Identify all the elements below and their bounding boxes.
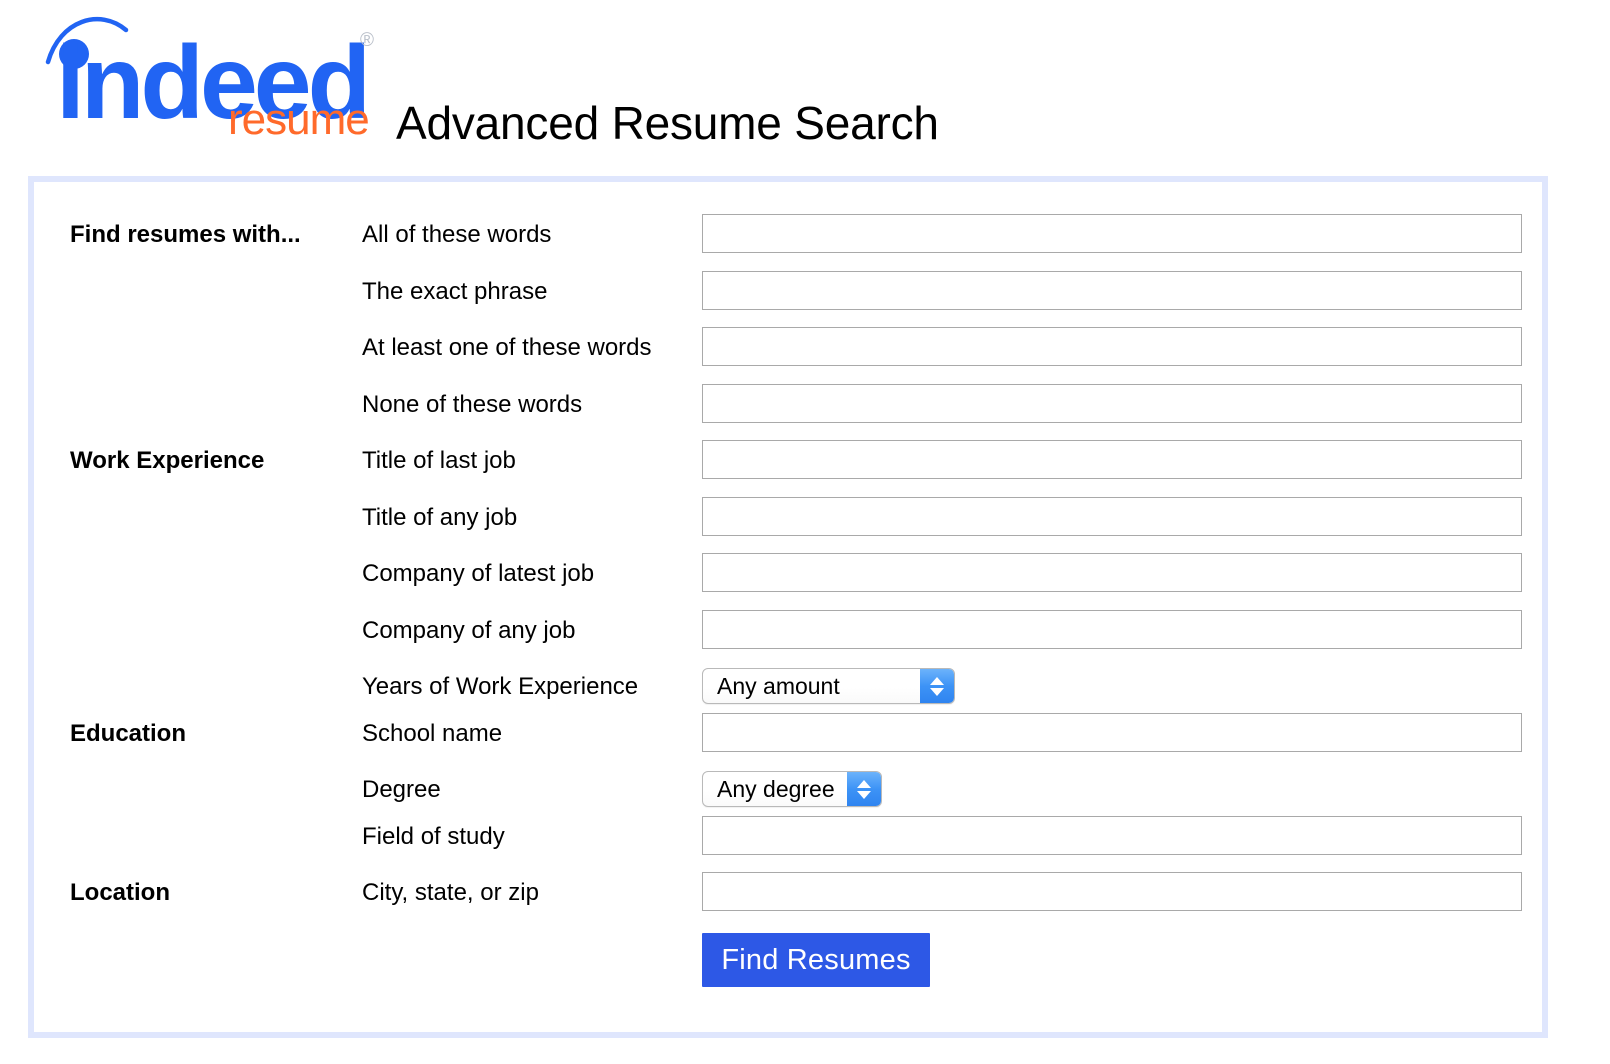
- field-label: All of these words: [362, 221, 552, 248]
- text-input[interactable]: [702, 440, 1522, 479]
- field-label: Title of any job: [362, 504, 518, 531]
- text-input[interactable]: [702, 271, 1522, 310]
- field-label: None of these words: [362, 391, 583, 418]
- chevron-down-icon: [930, 687, 944, 696]
- form-row: Company of latest job: [34, 553, 1542, 603]
- svg-text:resume: resume: [228, 95, 369, 136]
- text-input[interactable]: [702, 713, 1522, 752]
- form-row: The exact phrase: [34, 271, 1542, 321]
- field-label: Company of any job: [362, 617, 576, 644]
- chevron-updown-icon[interactable]: [920, 669, 954, 703]
- field-label: Field of study: [362, 823, 505, 850]
- form-row: Work Experience Title of last job: [34, 440, 1542, 490]
- section-heading: Find resumes with...: [70, 221, 301, 248]
- form-row: Company of any job: [34, 610, 1542, 660]
- form-row: None of these words: [34, 384, 1542, 434]
- text-input[interactable]: [702, 327, 1522, 366]
- page-title: Advanced Resume Search: [396, 97, 939, 149]
- field-label: School name: [362, 720, 503, 747]
- field-label: Title of last job: [362, 447, 516, 474]
- select-value: Any amount: [717, 672, 840, 699]
- field-label: At least one of these words: [362, 334, 652, 361]
- form-row: Find resumes with... All of these words: [34, 214, 1542, 264]
- form-row: Field of study: [34, 816, 1542, 866]
- form-row: Location City, state, or zip: [34, 872, 1542, 922]
- form-row: At least one of these words: [34, 327, 1542, 377]
- chevron-up-icon: [857, 779, 871, 788]
- text-input[interactable]: [702, 872, 1522, 911]
- find-resumes-button[interactable]: Find Resumes: [702, 933, 930, 987]
- select-dropdown[interactable]: Any amount: [702, 668, 955, 704]
- select-value: Any degree: [717, 775, 835, 802]
- section-heading: Location: [70, 879, 170, 906]
- form-row: Title of any job: [34, 497, 1542, 547]
- chevron-down-icon: [857, 790, 871, 799]
- text-input[interactable]: [702, 610, 1522, 649]
- text-input[interactable]: [702, 497, 1522, 536]
- advanced-search-form: Find resumes with... All of these words Th…: [34, 182, 1542, 1032]
- indeed-resume-logo[interactable]: indeed ® resume: [38, 6, 383, 136]
- field-label: The exact phrase: [362, 278, 548, 305]
- form-row: Education School name: [34, 713, 1542, 763]
- text-input[interactable]: [702, 214, 1522, 253]
- text-input[interactable]: [702, 553, 1522, 592]
- page-header: indeed ® resume Advanced Resume Search: [0, 0, 1610, 172]
- svg-text:®: ®: [360, 30, 374, 51]
- field-label: City, state, or zip: [362, 879, 539, 906]
- advanced-search-panel: Find resumes with... All of these words Th…: [28, 176, 1548, 1038]
- select-dropdown[interactable]: Any degree: [702, 771, 882, 807]
- field-label: Company of latest job: [362, 560, 595, 587]
- submit-row: Find Resumes: [34, 933, 1542, 987]
- field-label: Years of Work Experience: [362, 673, 639, 700]
- chevron-updown-icon[interactable]: [847, 772, 881, 806]
- section-heading: Education: [70, 720, 187, 747]
- text-input[interactable]: [702, 384, 1522, 423]
- chevron-up-icon: [930, 676, 944, 685]
- field-label: Degree: [362, 776, 441, 803]
- form-row: Years of Work Experience Any amount: [34, 668, 1542, 716]
- text-input[interactable]: [702, 816, 1522, 855]
- section-heading: Work Experience: [70, 447, 265, 474]
- form-row: Degree Any degree: [34, 771, 1542, 819]
